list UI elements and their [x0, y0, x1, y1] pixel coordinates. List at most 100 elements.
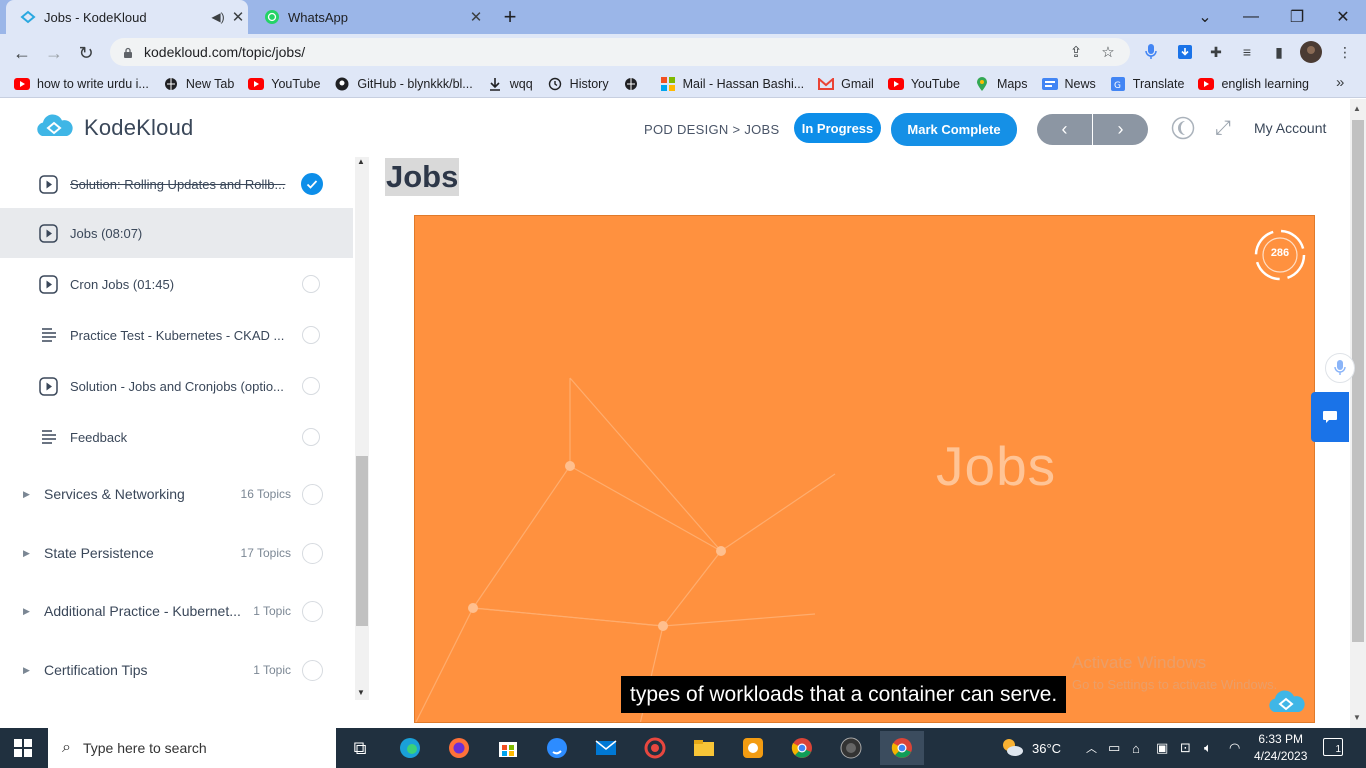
- volume-icon[interactable]: 🔈︎: [1204, 728, 1212, 768]
- forward-icon[interactable]: →: [41, 40, 67, 66]
- chat-support-icon[interactable]: [1311, 392, 1349, 442]
- tab-close-icon[interactable]: ✕: [466, 8, 486, 26]
- chrome-menu-icon[interactable]: ⋮: [1334, 41, 1356, 63]
- windows-start-icon[interactable]: [14, 739, 32, 762]
- file-explorer-icon[interactable]: [687, 731, 721, 765]
- bookmark-item[interactable]: GitHub - blynkkk/bl...: [334, 76, 473, 92]
- lesson-item[interactable]: Feedback: [0, 412, 353, 462]
- my-account-link[interactable]: My Account: [1254, 120, 1326, 136]
- share-icon[interactable]: ⇪: [1066, 42, 1086, 62]
- wifi-icon[interactable]: ◠: [1229, 728, 1240, 768]
- section-item[interactable]: ▶ Services & Networking 16 Topics: [0, 465, 353, 523]
- bookmark-item[interactable]: how to write urdu i...: [14, 76, 149, 92]
- bookmark-item[interactable]: [623, 76, 646, 92]
- chrome-active-icon[interactable]: [880, 731, 924, 765]
- bookmark-item[interactable]: History: [547, 76, 609, 92]
- extensions-puzzle-icon[interactable]: ✚: [1205, 41, 1227, 63]
- restore-icon[interactable]: ❐: [1274, 0, 1320, 34]
- scroll-up-arrow-icon[interactable]: ▲: [357, 157, 365, 166]
- tab-search-chevron-icon[interactable]: ⌄: [1182, 0, 1228, 34]
- edge-browser-icon[interactable]: [393, 731, 427, 765]
- media-control-icon[interactable]: ≡: [1236, 41, 1258, 63]
- tray-overflow-chevron-icon[interactable]: ︿: [1086, 728, 1097, 768]
- taskbar-clock[interactable]: 6:33 PM 4/24/2023: [1254, 731, 1307, 765]
- tab-audio-icon[interactable]: ◀): [208, 10, 228, 24]
- profile-avatar[interactable]: [1300, 41, 1322, 63]
- bookmark-item[interactable]: Maps: [974, 76, 1028, 92]
- video-player[interactable]: 286: [414, 215, 1315, 723]
- lesson-status-circle[interactable]: [302, 275, 320, 293]
- microsoft-store-icon[interactable]: [491, 731, 525, 765]
- lesson-item-current[interactable]: Jobs (08:07): [0, 208, 353, 258]
- bookmark-star-icon[interactable]: ☆: [1098, 42, 1118, 62]
- page-scroll-up-icon[interactable]: ▲: [1353, 104, 1361, 113]
- timer-ring-icon: 286: [1251, 226, 1309, 284]
- sidebar-scrollbar-thumb[interactable]: [356, 456, 368, 626]
- mail-icon[interactable]: [589, 731, 623, 765]
- page-scrollbar-thumb[interactable]: [1352, 120, 1364, 642]
- notification-center-icon[interactable]: 1: [1323, 738, 1343, 756]
- bookmark-item[interactable]: english learning: [1198, 76, 1309, 92]
- back-icon[interactable]: ←: [9, 40, 35, 66]
- network-device-icon[interactable]: ⌂: [1132, 728, 1140, 768]
- taskbar-search-box[interactable]: ⌕ Type here to search: [48, 728, 336, 768]
- download-extension-icon[interactable]: [1174, 41, 1196, 63]
- section-item[interactable]: ▶ Certification Tips 1 Topic: [0, 641, 353, 699]
- storage-tray-icon[interactable]: ⊡: [1180, 728, 1191, 768]
- tab-whatsapp[interactable]: WhatsApp ✕: [250, 0, 486, 34]
- in-progress-badge[interactable]: In Progress: [794, 113, 881, 143]
- voice-extension-icon[interactable]: [1140, 41, 1162, 63]
- section-item[interactable]: ▶ Additional Practice - Kubernet... 1 To…: [0, 582, 353, 640]
- address-bar[interactable]: kodekloud.com/topic/jobs/ ⇪ ☆: [110, 38, 1130, 66]
- lesson-item[interactable]: Practice Test - Kubernetes - CKAD ...: [0, 310, 353, 360]
- kodekloud-logo[interactable]: KodeKloud: [34, 114, 193, 142]
- device-tray-icon[interactable]: ▣: [1156, 728, 1168, 768]
- task-view-icon[interactable]: ⧉: [343, 731, 377, 765]
- voice-input-mic-icon[interactable]: [1325, 353, 1355, 383]
- minimize-icon[interactable]: —: [1228, 0, 1274, 34]
- bookmark-item[interactable]: G Translate: [1110, 76, 1184, 92]
- next-topic-button[interactable]: ›: [1093, 114, 1148, 145]
- camera-app-icon[interactable]: [834, 731, 868, 765]
- fullscreen-icon[interactable]: ⤢: [1211, 116, 1235, 140]
- section-topic-count: 1 Topic: [253, 663, 291, 677]
- skype-icon[interactable]: [540, 731, 574, 765]
- lesson-status-circle[interactable]: [302, 224, 320, 242]
- tab-close-icon[interactable]: ✕: [228, 8, 248, 26]
- dark-mode-moon-icon[interactable]: [1171, 116, 1195, 140]
- new-tab-button[interactable]: +: [497, 4, 523, 30]
- lesson-status-circle[interactable]: [302, 428, 320, 446]
- weather-widget[interactable]: 36°C: [1000, 728, 1061, 768]
- side-panel-icon[interactable]: ▮: [1268, 41, 1290, 63]
- previous-topic-button[interactable]: ‹: [1037, 114, 1092, 145]
- timer-value: 286: [1270, 247, 1290, 259]
- bookmark-item[interactable]: New Tab: [163, 76, 234, 92]
- page-scroll-down-icon[interactable]: ▼: [1353, 713, 1361, 722]
- bookmarks-overflow-icon[interactable]: »: [1336, 74, 1344, 91]
- vlc-orange-app-icon[interactable]: [736, 731, 770, 765]
- bookmark-item[interactable]: YouTube: [248, 76, 320, 92]
- battery-icon[interactable]: ▭: [1108, 728, 1120, 768]
- bookmark-item[interactable]: Mail - Hassan Bashi...: [660, 76, 804, 92]
- bookmark-item[interactable]: YouTube: [887, 76, 960, 92]
- firefox-icon[interactable]: [442, 731, 476, 765]
- scroll-down-arrow-icon[interactable]: ▼: [357, 688, 365, 697]
- chrome-icon[interactable]: [785, 731, 819, 765]
- bookmark-item[interactable]: wqq: [487, 76, 533, 92]
- lesson-item[interactable]: Solution - Jobs and Cronjobs (optio...: [0, 361, 353, 411]
- section-item[interactable]: ▶ State Persistence 17 Topics: [0, 524, 353, 582]
- youtube-icon: [248, 76, 265, 92]
- lesson-item[interactable]: Solution: Rolling Updates and Rollb...: [0, 159, 353, 209]
- bookmark-item[interactable]: News: [1041, 76, 1096, 92]
- tab-kodekloud[interactable]: Jobs - KodeKloud ◀) ✕: [6, 0, 248, 34]
- reload-icon[interactable]: ↻: [73, 40, 99, 66]
- lesson-status-circle[interactable]: [302, 377, 320, 395]
- lesson-status-circle[interactable]: [302, 326, 320, 344]
- lesson-item[interactable]: Cron Jobs (01:45): [0, 259, 353, 309]
- lesson-title: Feedback: [70, 429, 128, 445]
- close-window-icon[interactable]: ✕: [1320, 0, 1366, 34]
- app-swirl-icon[interactable]: [638, 731, 672, 765]
- lesson-title: Cron Jobs (01:45): [70, 276, 175, 292]
- mark-complete-button[interactable]: Mark Complete: [891, 113, 1017, 146]
- bookmark-item[interactable]: Gmail: [818, 76, 874, 92]
